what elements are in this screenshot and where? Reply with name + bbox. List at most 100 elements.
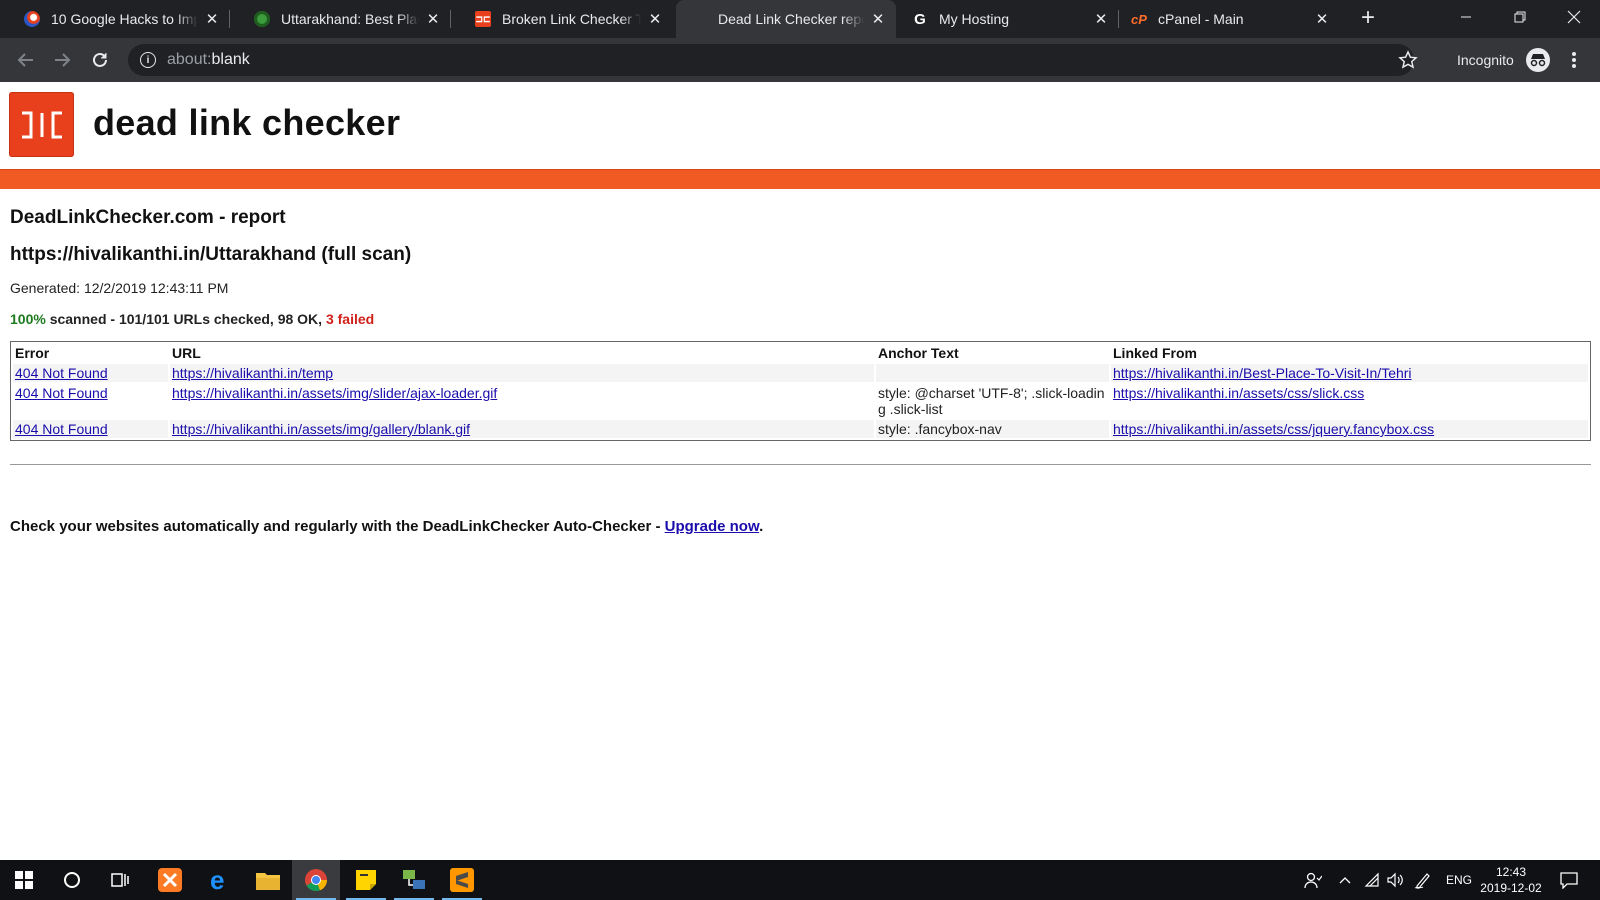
language-indicator[interactable]: ENG	[1446, 873, 1472, 887]
error-link[interactable]: 404 Not Found	[15, 365, 108, 381]
tab-title: cPanel - Main	[1158, 11, 1244, 27]
people-icon[interactable]	[1304, 871, 1322, 889]
forward-button[interactable]	[48, 46, 76, 74]
circle-logo-icon	[24, 11, 40, 27]
xampp-app[interactable]	[146, 860, 194, 900]
task-view-button[interactable]	[96, 860, 144, 900]
chrome-app[interactable]	[292, 860, 340, 900]
results-table: Error URL Anchor Text Linked From 404 No…	[10, 341, 1591, 441]
scan-summary: 100% scanned - 101/101 URLs checked, 98 …	[10, 311, 1590, 327]
scan-summary-text: scanned - 101/101 URLs checked, 98 OK,	[45, 311, 326, 327]
column-header-url: URL	[172, 345, 201, 361]
anchor-text-cell: style: .fancybox-nav	[876, 420, 1109, 438]
action-center-button[interactable]	[1545, 860, 1593, 900]
volume-icon[interactable]	[1386, 872, 1404, 888]
site-brand[interactable]: dead link checker	[93, 102, 400, 144]
google-g-icon: G	[914, 10, 926, 28]
new-tab-button[interactable]: +	[1354, 4, 1382, 32]
cpanel-icon: cP	[1131, 11, 1147, 27]
sublime-text-icon	[450, 868, 474, 892]
address-scheme: about:	[167, 51, 212, 68]
linked-from-cell: https://hivalikanthi.in/assets/css/jquer…	[1111, 420, 1588, 438]
upgrade-callout-end: .	[759, 518, 764, 535]
address-bar[interactable]: i about:blank	[128, 44, 1414, 76]
browser-tab-1[interactable]: Uttarakhand: Best Place ✕	[230, 0, 451, 38]
wifi-icon[interactable]	[1364, 872, 1380, 888]
file-explorer-app[interactable]	[244, 860, 292, 900]
table-header-row: Error URL Anchor Text Linked From	[13, 344, 1588, 362]
browser-tab-5[interactable]: cP cPanel - Main ✕	[1119, 0, 1340, 38]
broken-url-link[interactable]: https://hivalikanthi.in/temp	[172, 365, 333, 381]
menu-kebab-icon[interactable]	[1568, 50, 1580, 70]
sticky-notes-app[interactable]	[342, 860, 390, 900]
cortana-button[interactable]	[48, 860, 96, 900]
linked-from-cell: https://hivalikanthi.in/Best-Place-To-Vi…	[1111, 364, 1588, 382]
dlc-logo-icon: ⊐⊏	[475, 11, 491, 27]
browser-tab-active[interactable]: Dead Link Checker repo ✕	[676, 0, 896, 38]
close-icon[interactable]: ✕	[1093, 10, 1109, 28]
star-bookmark-icon[interactable]	[1398, 50, 1418, 70]
address-text[interactable]: about:blank	[167, 51, 250, 69]
tab-title: Uttarakhand: Best Place	[281, 11, 419, 27]
broken-url-link[interactable]: https://hivalikanthi.in/assets/img/slide…	[172, 385, 497, 401]
task-view-icon	[111, 873, 129, 887]
tab-title: 10 Google Hacks to Imp	[51, 11, 198, 27]
linked-from-link[interactable]: https://hivalikanthi.in/Best-Place-To-Vi…	[1113, 365, 1412, 381]
arrow-right-icon	[55, 53, 71, 67]
address-host: blank	[211, 51, 250, 68]
error-link[interactable]: 404 Not Found	[15, 421, 108, 437]
restore-button[interactable]	[1494, 0, 1546, 34]
incognito-icon[interactable]	[1526, 48, 1550, 72]
windows-taskbar: e ENG 12:43 2019-12-02	[0, 860, 1600, 900]
arrow-left-icon	[17, 53, 33, 67]
report-content: DeadLinkChecker.com - report https://hiv…	[0, 189, 1600, 535]
close-icon[interactable]: ✕	[870, 10, 886, 28]
windows-start-icon	[15, 871, 33, 889]
start-button[interactable]	[0, 860, 48, 900]
tab-title: Broken Link Checker To	[502, 11, 641, 27]
header-accent-bar	[0, 169, 1600, 189]
tab-title: My Hosting	[939, 11, 1010, 27]
scan-title: https://hivalikanthi.in/Uttarakhand (ful…	[10, 244, 412, 265]
close-icon[interactable]: ✕	[204, 10, 220, 28]
minimize-button[interactable]	[1440, 0, 1492, 34]
close-icon[interactable]: ✕	[1314, 10, 1330, 28]
column-header-anchor-text: Anchor Text	[878, 345, 959, 361]
globe-icon	[254, 11, 270, 27]
site-header: dead link checker	[0, 82, 1600, 169]
network-app-icon	[403, 870, 425, 889]
error-cell: 404 Not Found	[13, 364, 168, 382]
xampp-icon	[158, 868, 182, 892]
close-icon[interactable]: ✕	[647, 10, 663, 28]
url-cell: https://hivalikanthi.in/assets/img/slide…	[170, 384, 874, 418]
reload-button[interactable]	[86, 46, 114, 74]
system-tray: ENG	[1304, 860, 1472, 900]
error-link[interactable]: 404 Not Found	[15, 385, 108, 401]
error-cell: 404 Not Found	[13, 384, 168, 418]
scan-percent: 100%	[10, 311, 46, 327]
cortana-icon	[64, 872, 80, 888]
close-icon[interactable]: ✕	[425, 10, 441, 28]
linked-from-link[interactable]: https://hivalikanthi.in/assets/css/jquer…	[1113, 421, 1434, 437]
browser-tab-0[interactable]: 10 Google Hacks to Imp ✕	[0, 0, 230, 38]
dead-link-checker-logo[interactable]	[9, 92, 74, 157]
upgrade-callout-text: Check your websites automatically and re…	[10, 518, 665, 535]
anchor-text-cell: style: @charset 'UTF-8'; .slick-loading …	[878, 385, 1105, 417]
close-window-button[interactable]	[1548, 0, 1600, 34]
chevron-up-icon[interactable]	[1338, 873, 1352, 887]
tab-title: Dead Link Checker repo	[718, 11, 864, 27]
system-clock[interactable]: 12:43 2019-12-02	[1476, 864, 1546, 896]
clock-date: 2019-12-02	[1480, 881, 1542, 895]
edge-app[interactable]: e	[196, 860, 244, 900]
network-app[interactable]	[390, 860, 438, 900]
upgrade-now-link[interactable]: Upgrade now	[665, 518, 759, 535]
info-icon[interactable]: i	[140, 52, 156, 68]
linked-from-link[interactable]: https://hivalikanthi.in/assets/css/slick…	[1113, 385, 1364, 401]
back-button[interactable]	[12, 46, 40, 74]
sublime-text-app[interactable]	[438, 860, 486, 900]
pen-ink-icon[interactable]	[1414, 871, 1432, 889]
broken-url-link[interactable]: https://hivalikanthi.in/assets/img/galle…	[172, 421, 470, 437]
browser-tab-2[interactable]: ⊐⊏ Broken Link Checker To ✕	[451, 0, 673, 38]
table-row: 404 Not Found https://hivalikanthi.in/as…	[13, 420, 1588, 438]
browser-tab-4[interactable]: G My Hosting ✕	[898, 0, 1119, 38]
